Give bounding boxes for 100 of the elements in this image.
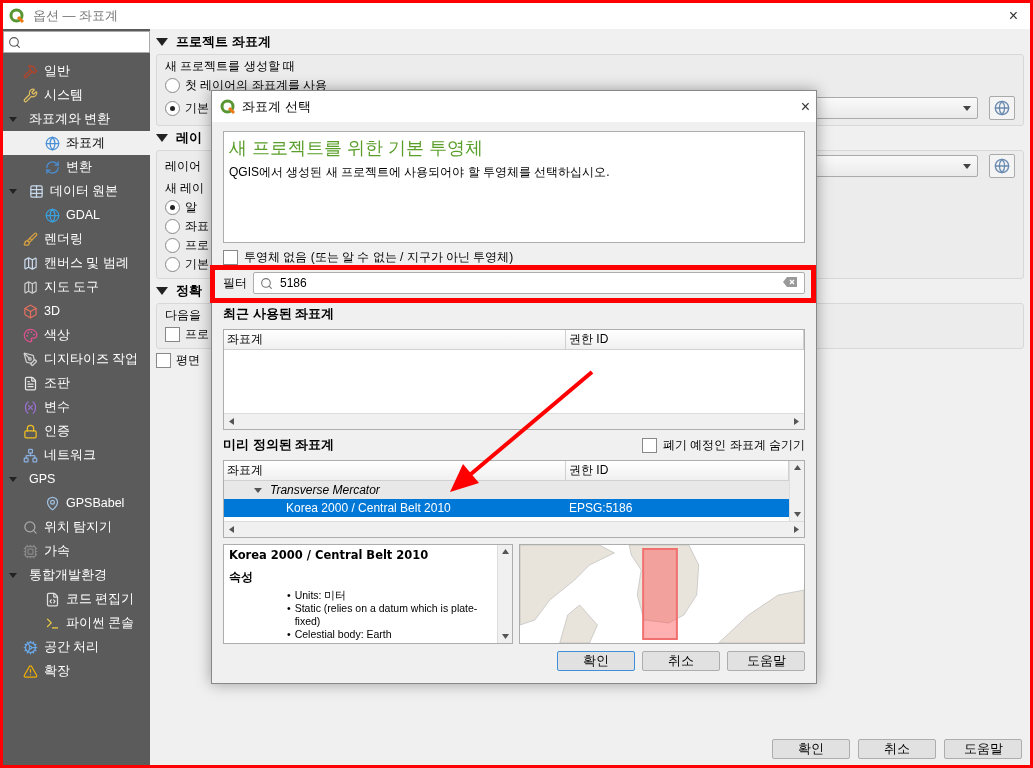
radio-button[interactable] — [165, 238, 180, 253]
property-item: Celestial body: Earth — [294, 628, 392, 641]
terminal-icon — [45, 615, 60, 631]
table-icon — [29, 183, 44, 199]
globe-button[interactable] — [989, 96, 1015, 120]
scroll-arrow-icon[interactable] — [793, 464, 801, 471]
sidebar-item[interactable]: 공간 처리 — [3, 635, 150, 659]
radio-button[interactable] — [165, 219, 180, 234]
sidebar-item[interactable]: 인증 — [3, 419, 150, 443]
description-text: QGIS에서 생성된 새 프로젝트에 사용되어야 할 투영체를 선택하십시오. — [229, 164, 611, 181]
scroll-arrow-icon[interactable] — [501, 633, 509, 640]
sidebar-item[interactable]: 좌표계 — [3, 131, 150, 155]
sidebar-item[interactable]: 가속 — [3, 539, 150, 563]
sidebar-item[interactable]: 3D — [3, 299, 150, 323]
scroll-arrow-icon[interactable] — [501, 548, 509, 555]
collapse-icon[interactable] — [156, 134, 168, 142]
sidebar-item[interactable]: 통합개발환경 — [3, 563, 150, 587]
checkbox[interactable] — [156, 353, 171, 368]
radio-button[interactable] — [165, 200, 180, 215]
sidebar-item[interactable]: GPSBabel — [3, 491, 150, 515]
sidebar-item[interactable]: 위치 탐지기 — [3, 515, 150, 539]
lock-icon — [23, 423, 38, 439]
gear-icon — [23, 639, 38, 655]
scrollbar[interactable] — [789, 461, 804, 521]
scrollbar[interactable] — [497, 545, 512, 643]
close-button[interactable]: × — [1002, 7, 1024, 25]
scroll-arrow-icon[interactable] — [793, 526, 800, 533]
option-label: 평면 — [176, 352, 200, 369]
sidebar-item[interactable]: 디지타이즈 작업 — [3, 347, 150, 371]
scroll-arrow-icon[interactable] — [228, 526, 235, 533]
checkbox[interactable] — [642, 437, 657, 453]
checkbox[interactable] — [165, 327, 180, 342]
map-icon — [23, 279, 38, 295]
section-title: 레이 — [176, 129, 202, 147]
section-title: 정확 — [176, 282, 202, 300]
column-header[interactable]: 권한 ID — [566, 330, 804, 349]
collapse-icon[interactable] — [156, 38, 168, 46]
sidebar-item[interactable]: 시스템 — [3, 83, 150, 107]
tree-group-row[interactable]: Transverse Mercator — [224, 481, 789, 499]
collapse-icon[interactable] — [156, 287, 168, 295]
sidebar-item[interactable]: 변환 — [3, 155, 150, 179]
network-icon — [23, 447, 38, 463]
brush-icon — [23, 231, 38, 247]
wrench-icon — [23, 87, 38, 103]
checkbox-label: 투영체 없음 (또는 알 수 없는 / 지구가 아닌 투영체) — [244, 249, 514, 266]
caret-icon — [963, 105, 971, 111]
dialog-title: 좌표계 선택 — [242, 97, 312, 116]
dialog-button[interactable]: 도움말 — [727, 651, 805, 671]
radio-button[interactable] — [165, 78, 180, 93]
details-section: 속성 — [229, 570, 492, 585]
map-icon — [23, 255, 38, 271]
scrollbar[interactable] — [224, 521, 804, 537]
clear-icon[interactable] — [783, 277, 797, 287]
sidebar-item[interactable]: 파이썬 콘솔 — [3, 611, 150, 635]
dialog-button[interactable]: 확인 — [557, 651, 635, 671]
sidebar-item[interactable]: 일반 — [3, 59, 150, 83]
radio-button[interactable] — [165, 100, 180, 116]
sidebar-item[interactable]: 색상 — [3, 323, 150, 347]
scrollbar[interactable] — [224, 413, 804, 429]
scroll-arrow-icon[interactable] — [228, 418, 235, 425]
close-button[interactable]: × — [794, 97, 816, 116]
scroll-arrow-icon[interactable] — [793, 418, 800, 425]
palette-icon — [23, 327, 38, 343]
sidebar-item[interactable]: 조판 — [3, 371, 150, 395]
group-label: Transverse Mercator — [270, 483, 380, 497]
filter-field[interactable]: 5186 — [253, 272, 805, 294]
sidebar-item[interactable]: 좌표계와 변환 — [3, 107, 150, 131]
chip-icon — [23, 543, 38, 559]
section-title: 프로젝트 좌표계 — [176, 33, 271, 51]
checkbox[interactable] — [223, 250, 238, 265]
sidebar-item[interactable]: 확장 — [3, 659, 150, 683]
pin-icon — [45, 495, 60, 511]
crs-row[interactable]: Korea 2000 / Central Belt 2010 EPSG:5186 — [224, 499, 789, 517]
code-file-icon — [45, 591, 60, 607]
sidebar-item[interactable]: 데이터 원본 — [3, 179, 150, 203]
option-label: 프로 — [185, 326, 209, 343]
logo-icon — [9, 8, 25, 24]
radio-button[interactable] — [165, 257, 180, 272]
search-icon — [8, 35, 21, 49]
sidebar-item[interactable]: 변수 — [3, 395, 150, 419]
section-title: 미리 정의된 좌표계 — [223, 436, 335, 454]
option-label: 새 레이 — [165, 180, 205, 197]
sidebar-item[interactable]: 지도 도구 — [3, 275, 150, 299]
sidebar-item[interactable]: 캔버스 및 범례 — [3, 251, 150, 275]
table-cell-text: Korea 2000 / Central Belt 2010 — [285, 500, 452, 517]
globe-button[interactable] — [989, 154, 1015, 178]
refresh-icon — [45, 159, 60, 175]
filter-label: 필터 — [223, 274, 247, 292]
hammer-icon — [23, 63, 38, 79]
column-header[interactable]: 좌표계 — [224, 330, 566, 349]
sidebar-item[interactable]: GPS — [3, 467, 150, 491]
dialog-button[interactable]: 확인 — [772, 739, 850, 759]
sidebar-item[interactable]: 네트워크 — [3, 443, 150, 467]
dialog-button[interactable]: 취소 — [642, 651, 720, 671]
sidebar-item[interactable]: 렌더링 — [3, 227, 150, 251]
sidebar-item[interactable]: GDAL — [3, 203, 150, 227]
dialog-button[interactable]: 도움말 — [944, 739, 1022, 759]
search-field[interactable] — [3, 31, 150, 53]
sidebar-item[interactable]: 코드 편집기 — [3, 587, 150, 611]
dialog-button[interactable]: 취소 — [858, 739, 936, 759]
